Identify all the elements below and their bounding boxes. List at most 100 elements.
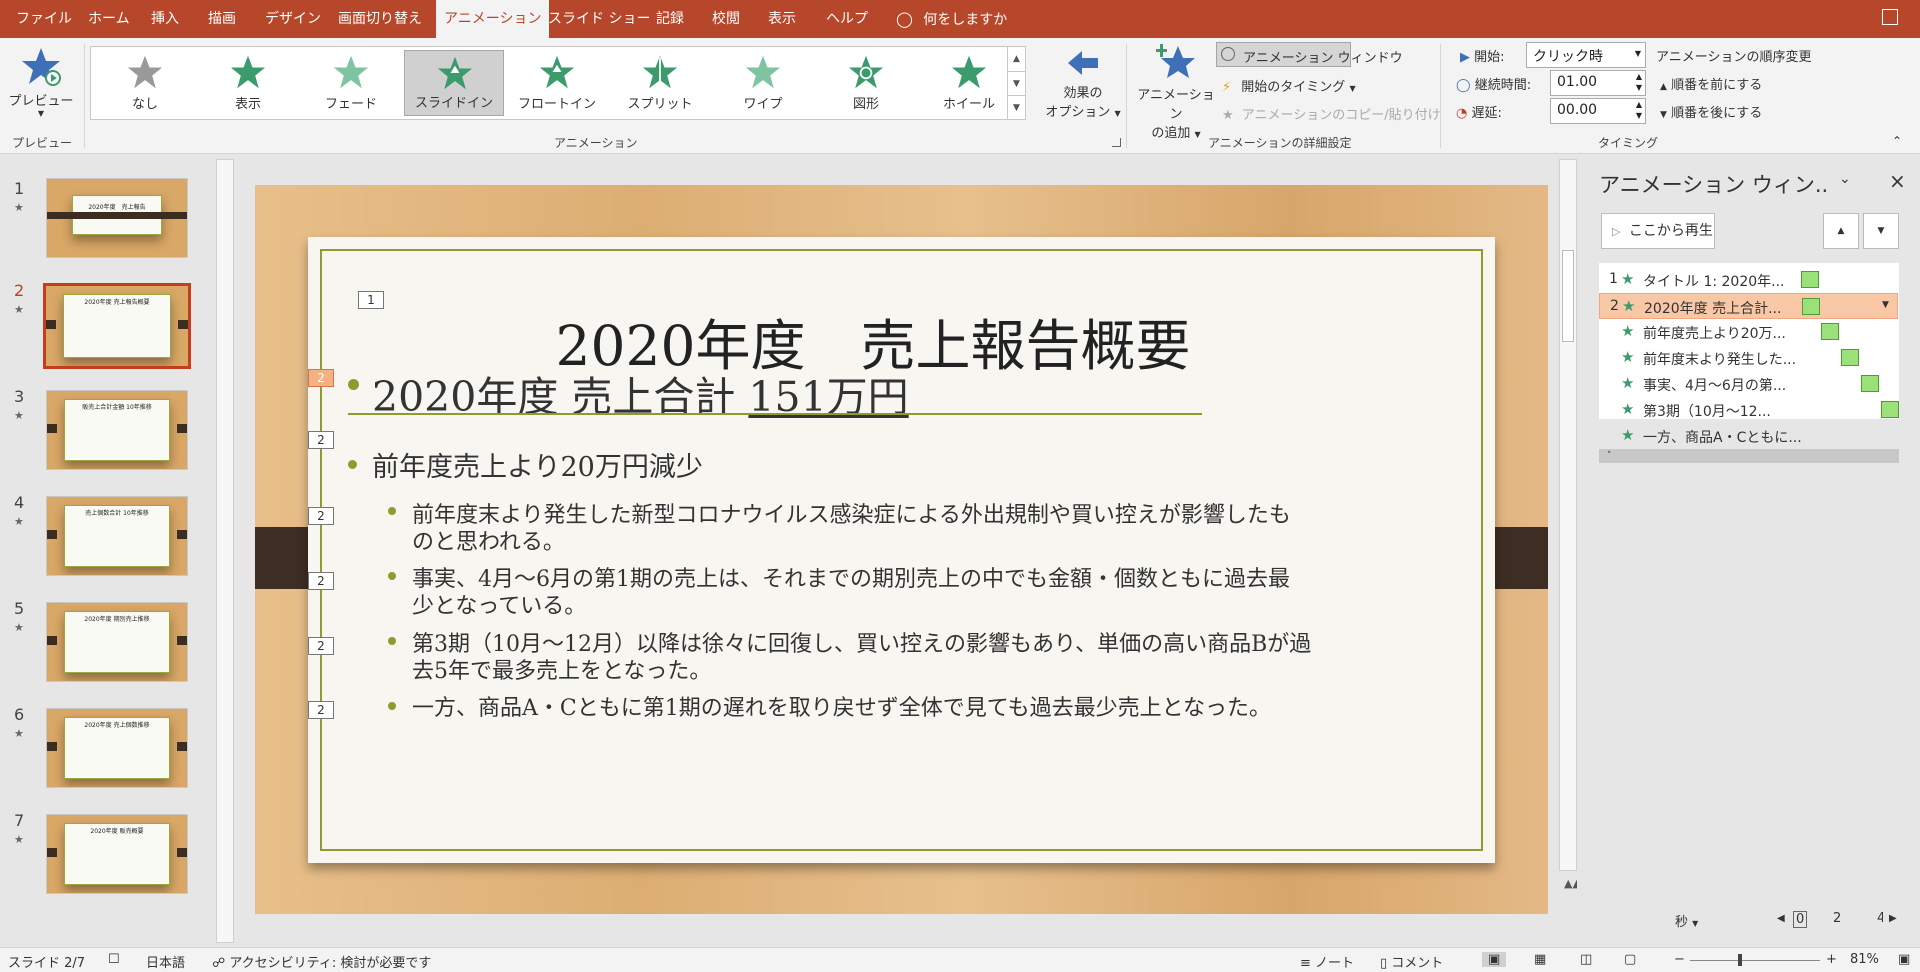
tab-file[interactable]: ファイル: [8, 0, 80, 38]
fit-to-window-icon[interactable]: ▣: [1898, 952, 1910, 967]
tab-help[interactable]: ヘルプ: [818, 0, 876, 38]
tab-draw[interactable]: 描画: [200, 0, 244, 38]
item-dropdown-icon[interactable]: ▼: [1882, 300, 1889, 310]
delay-spinner[interactable]: 00.00 ▲ ▼: [1550, 98, 1646, 124]
tab-slideshow[interactable]: スライド ショー: [540, 0, 658, 38]
anim-item-1[interactable]: 1 ★ タイトル 1: 2020年...: [1599, 267, 1898, 293]
bullet-decrease[interactable]: 前年度売上より20万円減少: [372, 445, 703, 484]
tab-design[interactable]: デザイン: [257, 0, 329, 38]
anim-float-in[interactable]: フロートイン: [507, 50, 607, 116]
clock-icon: ◯: [1456, 78, 1471, 93]
anim-item-5[interactable]: ★ 事実、4月～6月の第...: [1599, 371, 1898, 397]
animation-pane-button[interactable]: アニメーション ウィンドウ: [1216, 42, 1403, 67]
collapse-group-icon[interactable]: ˄: [1599, 449, 1899, 463]
close-icon[interactable]: ×: [1889, 169, 1906, 193]
zoom-slider-thumb[interactable]: [1738, 954, 1742, 966]
slide-canvas[interactable]: 1 2020年度 売上報告概要 2 2020年度 売上合計 151万円 2 前年…: [255, 185, 1548, 914]
sub-bullet-4[interactable]: 一方、商品A・Cともに第1期の遅れを取り戻せず全体で見ても過去最少売上となった。: [412, 690, 1271, 722]
zoom-out-icon[interactable]: −: [1674, 952, 1685, 967]
collapse-ribbon-icon[interactable]: ⌃: [1892, 134, 1902, 148]
anim-wipe[interactable]: ワイプ: [713, 50, 813, 116]
accessibility-status[interactable]: ☍ アクセシビリティ: 検討が必要です: [212, 952, 431, 971]
tab-insert[interactable]: 挿入: [143, 0, 187, 38]
sub-bullet-2-line-2[interactable]: 少となっている。: [412, 588, 586, 620]
preview-button[interactable]: プレビュー ▼: [6, 44, 76, 124]
anim-fly-in[interactable]: スライドイン: [404, 50, 504, 116]
spellcheck-icon[interactable]: ☐: [108, 952, 120, 967]
scroll-thumb[interactable]: [1562, 250, 1574, 342]
spinner-arrows-icon[interactable]: ▲ ▼: [1636, 71, 1642, 93]
anim-tag-2c[interactable]: 2: [308, 507, 334, 525]
spinner-arrows-icon[interactable]: ▲ ▼: [1636, 99, 1642, 121]
zoom-level[interactable]: 81%: [1850, 952, 1879, 967]
tab-review[interactable]: 校閲: [704, 0, 748, 38]
anim-item-6[interactable]: ★ 第3期（10月～12...: [1599, 397, 1899, 423]
ribbon: プレビュー ▼ プレビュー なし 表示 フェード スライドイン フロートイン ス…: [0, 38, 1920, 154]
anim-split[interactable]: スプリット: [610, 50, 710, 116]
sub-bullet-dot: [388, 572, 396, 580]
anim-tag-1[interactable]: 1: [358, 291, 384, 309]
anim-tag-2e[interactable]: 2: [308, 637, 334, 655]
duration-spinner[interactable]: 01.00 ▲ ▼: [1550, 70, 1646, 96]
start-label: ▶ 開始:: [1460, 50, 1505, 65]
anim-tag-2f[interactable]: 2: [308, 701, 334, 719]
zoom-in-icon[interactable]: +: [1826, 952, 1837, 967]
anim-wheel[interactable]: ホイール: [919, 50, 1019, 116]
add-animation-button[interactable]: アニメーション の追加 ▼: [1134, 42, 1218, 141]
pane-options-chevron-icon[interactable]: ⌄: [1839, 171, 1851, 187]
zoom-slider[interactable]: [1690, 954, 1820, 966]
restore-icon[interactable]: [1882, 9, 1898, 25]
tab-record[interactable]: 記録: [648, 0, 692, 38]
reading-view-icon[interactable]: ◫: [1580, 952, 1592, 967]
anim-shape[interactable]: 図形: [816, 50, 916, 116]
effect-options-button[interactable]: 効果の オプション ▼: [1040, 44, 1126, 124]
seconds-dropdown[interactable]: 秒 ▼: [1675, 911, 1698, 930]
play-from-button[interactable]: ▷ ここから再生: [1601, 213, 1715, 249]
timeline-scroll-left[interactable]: ◀: [1777, 913, 1785, 924]
anim-item-7[interactable]: ★ 一方、商品A・Cともに...: [1599, 423, 1898, 449]
tab-transitions[interactable]: 画面切り替え: [330, 0, 430, 38]
normal-view-icon[interactable]: ▣: [1482, 952, 1507, 967]
animation-pane-title: アニメーション ウィン..: [1599, 173, 1829, 197]
tab-animations[interactable]: アニメーション: [436, 0, 550, 39]
anim-item-4[interactable]: ★ 前年度末より発生した...: [1599, 345, 1898, 371]
tab-home[interactable]: ホーム: [80, 0, 138, 38]
timeline-scroll-right[interactable]: ▶: [1889, 913, 1897, 924]
anim-item-3[interactable]: ★ 前年度売上より20万...: [1599, 319, 1898, 345]
move-earlier-button[interactable]: ▲ 順番を前にする: [1660, 74, 1762, 93]
animation-pane-icon: [1221, 47, 1235, 61]
dialog-launcher-icon[interactable]: [1112, 138, 1121, 147]
language-indicator[interactable]: 日本語: [146, 952, 185, 971]
tell-me-box[interactable]: ◯ 何をしますか: [888, 0, 1015, 38]
slide-scrollbar[interactable]: [1559, 159, 1577, 871]
bullet-dot: [348, 379, 359, 390]
gallery-scroll-up[interactable]: ▲: [1007, 47, 1025, 71]
slide-sorter-icon[interactable]: ▦: [1534, 952, 1546, 967]
move-up-button[interactable]: ▲: [1823, 213, 1859, 249]
anim-tag-2b[interactable]: 2: [308, 431, 334, 449]
slideshow-view-icon[interactable]: ▢: [1624, 952, 1636, 967]
trigger-button[interactable]: ⚡ 開始のタイミング ▼: [1222, 76, 1356, 95]
comments-button[interactable]: ▯ コメント: [1380, 952, 1443, 971]
move-later-button[interactable]: ▼ 順番を後にする: [1660, 102, 1762, 121]
animation-painter-button[interactable]: ★ アニメーションのコピー/貼り付け: [1222, 104, 1441, 123]
gallery-more[interactable]: ▼: [1007, 95, 1025, 119]
tab-view[interactable]: 表示: [760, 0, 804, 38]
anim-none[interactable]: なし: [95, 50, 195, 116]
sub-bullet-1-line-2[interactable]: のと思われる。: [412, 524, 565, 556]
entrance-star-icon: ★: [1621, 374, 1635, 392]
notes-button[interactable]: ≡ ノート: [1300, 952, 1354, 971]
move-down-button[interactable]: ▼: [1863, 213, 1899, 249]
wipe-star-icon: [745, 55, 781, 89]
anim-tag-2d[interactable]: 2: [308, 572, 334, 590]
start-dropdown[interactable]: クリック時 ▼: [1526, 42, 1646, 68]
anim-fade[interactable]: フェード: [301, 50, 401, 116]
thumbnail-scrollbar[interactable]: [216, 159, 234, 943]
anim-appear[interactable]: 表示: [198, 50, 298, 116]
gallery-scroll-down[interactable]: ▼: [1007, 71, 1025, 95]
anim-tag-2[interactable]: 2: [308, 369, 334, 387]
sub-bullet-3-line-2[interactable]: 去5年で最多売上をとなった。: [412, 653, 711, 685]
sub-bullet-dot: [388, 637, 396, 645]
slide-counter[interactable]: スライド 2/7: [8, 952, 85, 971]
anim-item-2[interactable]: 2 ★ 2020年度 売上合計... ▼: [1599, 293, 1898, 319]
